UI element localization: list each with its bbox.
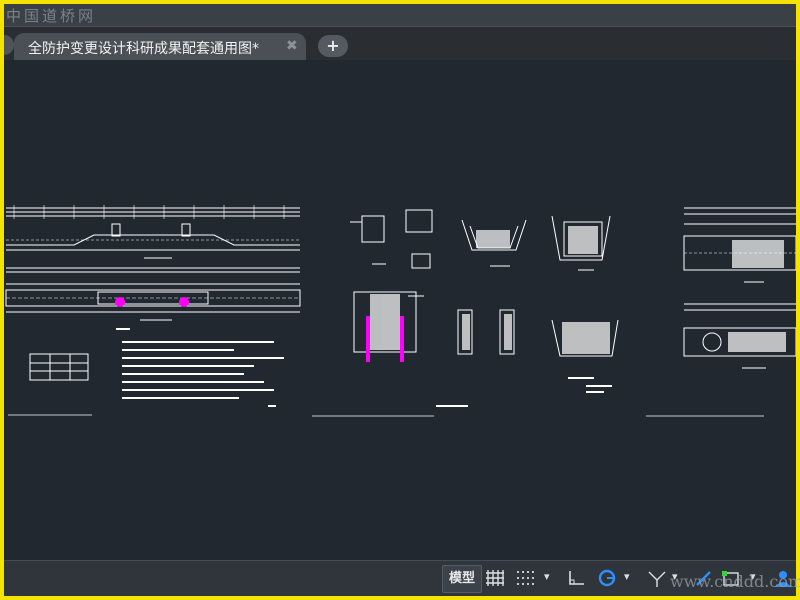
snap-dropdown-caret[interactable]: ▾ — [544, 570, 550, 583]
sheet-left — [5, 205, 301, 416]
snap-grid-icon[interactable] — [514, 568, 536, 588]
document-tab-bar: 全防护变更设计科研成果配套通用图* ✖ + — [4, 26, 796, 61]
sheet-right-hatch — [728, 240, 786, 352]
model-space-button[interactable]: 模型 — [442, 565, 482, 593]
tab-scroll-left-button[interactable] — [4, 35, 14, 55]
watermark-top: 中国道桥网 — [6, 7, 97, 25]
drawing-canvas[interactable] — [4, 60, 796, 560]
sheet-middle-hatch — [370, 226, 610, 354]
title-bar: 中国道桥网 — [4, 4, 796, 26]
document-tab[interactable]: 全防护变更设计科研成果配套通用图* ✖ — [14, 33, 306, 61]
grid-icon[interactable] — [484, 568, 506, 588]
watermark-bottom: www.cnddd.com — [670, 572, 800, 591]
document-tab-label: 全防护变更设计科研成果配套通用图* — [28, 41, 259, 57]
polar-tracking-icon[interactable] — [596, 568, 618, 588]
close-tab-icon[interactable]: ✖ — [286, 38, 298, 54]
isometric-icon[interactable] — [646, 568, 668, 588]
cad-window: 中国道桥网 全防护变更设计科研成果配套通用图* ✖ + 模型 ▾ ▾ ▾ ▾ — [4, 4, 796, 596]
cad-drawing — [5, 205, 796, 417]
sheet-right — [646, 207, 796, 417]
polar-dropdown-caret[interactable]: ▾ — [624, 570, 630, 583]
new-tab-button[interactable]: + — [318, 35, 348, 57]
ortho-icon[interactable] — [566, 568, 588, 588]
